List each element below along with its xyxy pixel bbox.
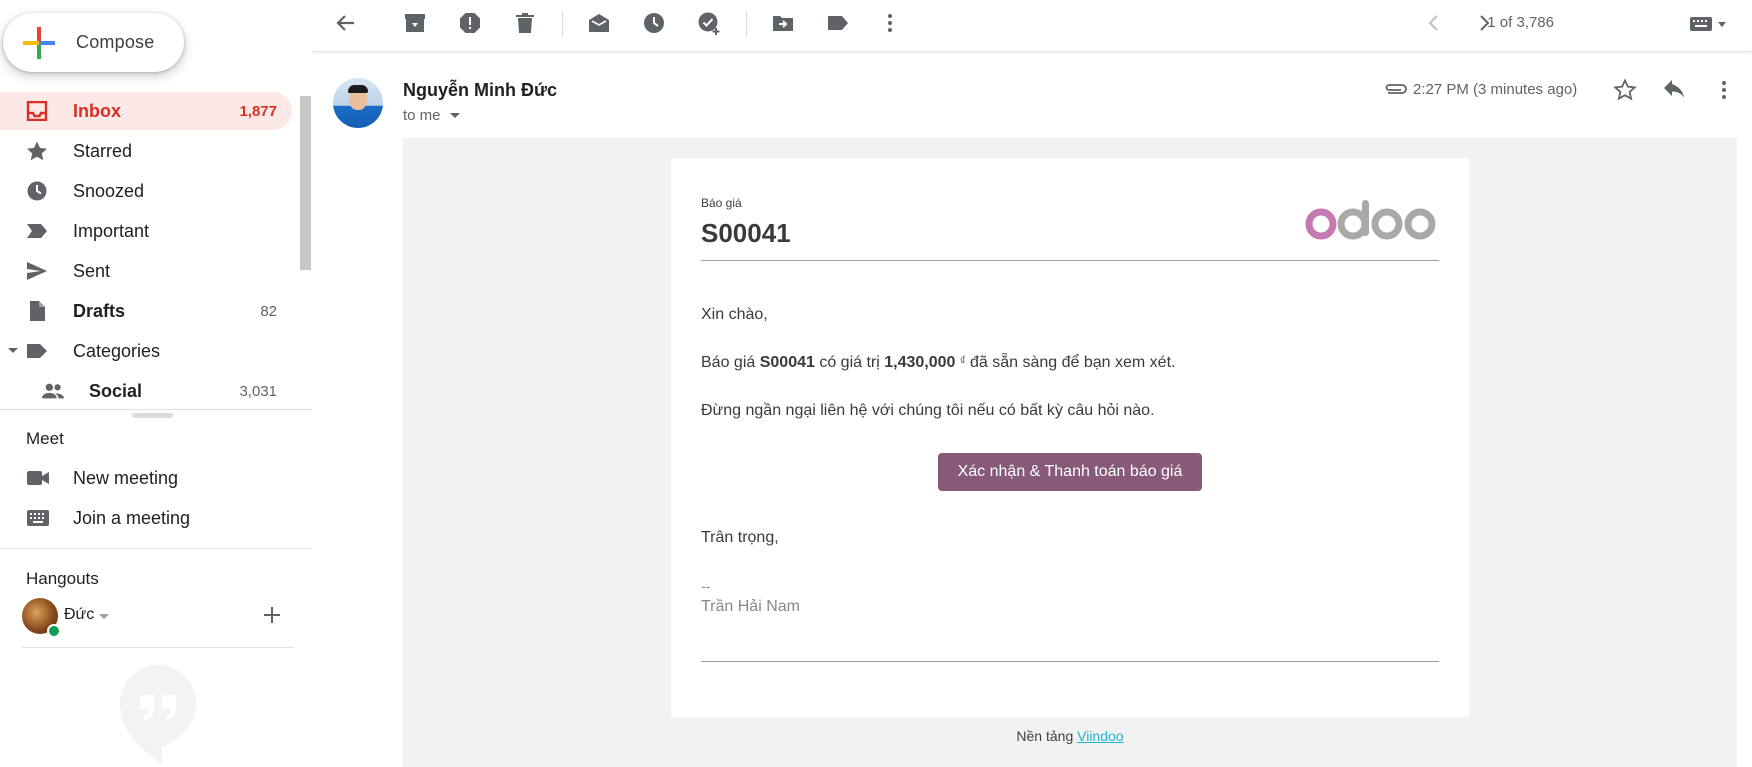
videocam-icon [27,471,49,485]
expand-arrow-icon[interactable] [8,348,18,353]
label-list: Inbox 1,877 Starred Snoozed Important Se… [0,92,312,409]
signature-separator: -- [701,578,711,594]
sidebar-item-important[interactable]: Important [0,212,292,250]
toolbar-separator [746,11,747,37]
delete-icon[interactable] [513,11,537,35]
archive-icon[interactable] [403,11,427,35]
show-details-chevron-icon[interactable] [450,113,460,118]
people-icon [42,383,64,399]
reply-icon[interactable] [1662,78,1686,102]
report-spam-icon[interactable] [458,11,482,35]
sidebar-item-label: Inbox [73,100,121,121]
hangouts-user-name[interactable]: Đức [64,606,94,624]
new-meeting-button[interactable]: New meeting [0,460,300,496]
label-icon[interactable] [826,11,850,35]
star-outline-icon[interactable] [1613,78,1637,102]
join-meeting-button[interactable]: Join a meeting [0,500,300,536]
signature-name: Trần Hải Nam [701,598,800,615]
document-type-label: Báo giá [701,196,742,210]
sidebar-item-sent[interactable]: Sent [0,252,292,290]
message-toolbar: 1 of 3,786 [312,0,1752,52]
header-divider [701,260,1439,261]
sidebar: Compose Inbox 1,877 Starred Snoozed Impo… [0,0,312,767]
quotation-reference: S00041 [759,354,815,371]
contact-invite-text: Đừng ngần ngại liên hệ với chúng tôi nếu… [701,402,1155,419]
email-content-card: Báo giá S00041 Xin chào, Báo giá S00041 … [671,158,1469,717]
keyboard-icon [27,510,49,526]
sidebar-item-label: Categories [73,340,161,361]
online-status-indicator [47,624,61,638]
add-to-tasks-icon[interactable] [697,11,721,35]
meet-item-label: Join a meeting [73,507,191,528]
clock-icon [27,181,47,201]
divider [22,647,294,648]
confirm-and-pay-button[interactable]: Xác nhận & Thanh toán báo giá [938,453,1202,491]
sidebar-item-drafts[interactable]: Drafts 82 [0,292,292,330]
text-segment: có giá trị [814,354,885,371]
quotation-number: S00041 [701,218,791,248]
unread-count: 3,031 [239,382,277,400]
draft-count: 82 [260,302,277,320]
mark-unread-icon[interactable] [587,11,611,35]
more-vert-icon[interactable] [1712,78,1736,102]
quotation-summary-text: Báo giá S00041 có giá trị 1,430,000 ₫ đã… [701,354,1175,372]
footer-divider [701,661,1439,662]
star-icon [27,141,47,161]
meet-item-label: New meeting [73,467,179,488]
sidebar-item-snoozed[interactable]: Snoozed [0,172,292,210]
draft-file-icon [30,301,45,321]
sidebar-item-label: Drafts [73,300,126,321]
move-to-icon[interactable] [771,11,795,35]
sidebar-item-label: Starred [73,140,133,161]
sidebar-item-label: Snoozed [73,180,145,201]
sidebar-item-social[interactable]: Social 3,031 [0,372,292,409]
important-icon [27,224,47,238]
divider [0,409,312,410]
sidebar-item-label: Important [73,220,150,241]
inbox-icon [26,101,48,121]
sidebar-item-label: Social [89,380,143,401]
hangouts-quote-icon [120,665,196,765]
add-icon[interactable] [262,605,282,625]
snooze-clock-icon[interactable] [642,11,666,35]
sender-name[interactable]: Nguyễn Minh Đức [403,80,557,101]
chevron-down-icon[interactable] [99,614,109,619]
text-segment: Báo giá [701,354,760,371]
divider [0,548,312,549]
hangouts-title: Hangouts [26,569,99,588]
footer-text: Nền tảng [1016,728,1078,744]
meet-title: Meet [26,429,64,448]
chevron-right-icon[interactable] [1472,11,1496,35]
sidebar-item-starred[interactable]: Starred [0,132,292,170]
viindoo-link[interactable]: Viindoo [1077,728,1123,744]
sidebar-item-label: Sent [73,260,111,281]
sidebar-item-categories[interactable]: Categories [0,332,292,370]
sidebar-scrollbar[interactable] [300,96,311,270]
unread-count: 1,877 [239,102,277,120]
pagination-text: 1 of 3,786 [1487,14,1554,31]
compose-plus-icon [23,26,55,59]
sidebar-item-inbox[interactable]: Inbox 1,877 [0,92,292,130]
compose-button[interactable]: Compose [3,13,184,72]
resize-handle[interactable] [132,413,173,418]
odoo-logo [1305,200,1436,240]
input-tools-keyboard-icon[interactable] [1688,11,1732,35]
chevron-left-icon[interactable] [1422,11,1446,35]
greeting-text: Xin chào, [701,306,768,323]
more-vert-icon[interactable] [878,11,902,35]
quotation-amount: 1,430,000 [884,354,956,371]
text-segment: đã sẵn sàng để bạn xem xét. [965,354,1176,371]
compose-label: Compose [76,32,155,52]
back-arrow-icon[interactable] [334,11,358,35]
message-timestamp: 2:27 PM (3 minutes ago) [1413,81,1578,98]
closing-text: Trân trọng, [701,529,779,546]
recipient-text: to me [403,107,441,124]
sender-avatar[interactable] [333,78,383,128]
attachment-paperclip-icon [1385,84,1407,94]
toolbar-separator [562,11,563,37]
send-icon [27,262,47,280]
powered-by-footer: Nền tảng Viindoo [403,728,1737,744]
label-icon [27,344,47,358]
